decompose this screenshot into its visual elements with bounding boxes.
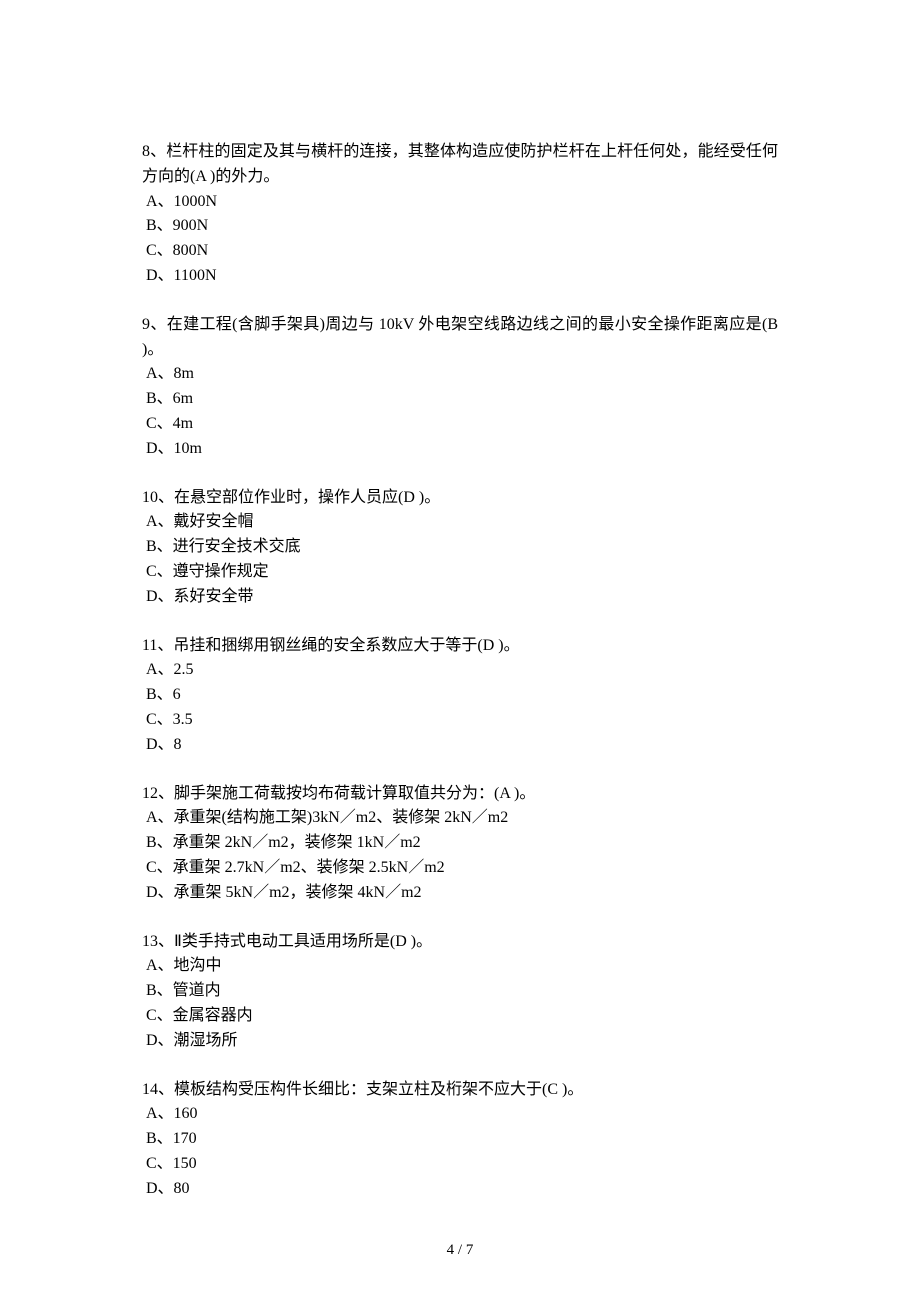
option-b: B、管道内 xyxy=(146,979,778,1004)
question-stem: 14、模板结构受压构件长细比：支架立柱及桁架不应大于(C )。 xyxy=(142,1078,778,1103)
question-12: 12、脚手架施工荷载按均布荷载计算取值共分为：(A )。 A、承重架(结构施工架… xyxy=(142,782,778,906)
option-c: C、遵守操作规定 xyxy=(146,560,778,585)
option-b: B、6m xyxy=(146,387,778,412)
question-options: A、2.5 B、6 C、3.5 D、8 xyxy=(142,658,778,757)
question-11: 11、吊挂和捆绑用钢丝绳的安全系数应大于等于(D )。 A、2.5 B、6 C、… xyxy=(142,634,778,758)
question-stem: 9、在建工程(含脚手架具)周边与 10kV 外电架空线路边线之间的最小安全操作距… xyxy=(142,313,778,363)
option-b: B、进行安全技术交底 xyxy=(146,535,778,560)
question-options: A、160 B、170 C、150 D、80 xyxy=(142,1102,778,1201)
option-a: A、160 xyxy=(146,1102,778,1127)
option-d: D、8 xyxy=(146,733,778,758)
option-c: C、3.5 xyxy=(146,708,778,733)
option-b: B、900N xyxy=(146,214,778,239)
option-b: B、6 xyxy=(146,683,778,708)
question-10: 10、在悬空部位作业时，操作人员应(D )。 A、戴好安全帽 B、进行安全技术交… xyxy=(142,486,778,610)
option-d: D、1100N xyxy=(146,264,778,289)
option-c: C、800N xyxy=(146,239,778,264)
question-options: A、1000N B、900N C、800N D、1100N xyxy=(142,190,778,289)
option-d: D、潮湿场所 xyxy=(146,1029,778,1054)
question-8: 8、栏杆柱的固定及其与横杆的连接，其整体构造应使防护栏杆在上杆任何处，能经受任何… xyxy=(142,140,778,289)
question-stem: 10、在悬空部位作业时，操作人员应(D )。 xyxy=(142,486,778,511)
option-c: C、金属容器内 xyxy=(146,1004,778,1029)
page: 8、栏杆柱的固定及其与横杆的连接，其整体构造应使防护栏杆在上杆任何处，能经受任何… xyxy=(0,0,920,1302)
question-stem: 8、栏杆柱的固定及其与横杆的连接，其整体构造应使防护栏杆在上杆任何处，能经受任何… xyxy=(142,140,778,190)
option-c: C、150 xyxy=(146,1152,778,1177)
option-a: A、1000N xyxy=(146,190,778,215)
option-a: A、8m xyxy=(146,362,778,387)
option-d: D、系好安全带 xyxy=(146,585,778,610)
question-14: 14、模板结构受压构件长细比：支架立柱及桁架不应大于(C )。 A、160 B、… xyxy=(142,1078,778,1202)
option-d: D、承重架 5kN／m2，装修架 4kN／m2 xyxy=(146,881,778,906)
option-c: C、4m xyxy=(146,412,778,437)
question-options: A、8m B、6m C、4m D、10m xyxy=(142,362,778,461)
question-options: A、戴好安全帽 B、进行安全技术交底 C、遵守操作规定 D、系好安全带 xyxy=(142,510,778,609)
page-number: 4 / 7 xyxy=(0,1239,920,1262)
option-a: A、2.5 xyxy=(146,658,778,683)
option-a: A、戴好安全帽 xyxy=(146,510,778,535)
option-b: B、承重架 2kN／m2，装修架 1kN／m2 xyxy=(146,831,778,856)
question-stem: 12、脚手架施工荷载按均布荷载计算取值共分为：(A )。 xyxy=(142,782,778,807)
option-a: A、承重架(结构施工架)3kN／m2、装修架 2kN／m2 xyxy=(146,806,778,831)
question-options: A、承重架(结构施工架)3kN／m2、装修架 2kN／m2 B、承重架 2kN／… xyxy=(142,806,778,905)
option-c: C、承重架 2.7kN／m2、装修架 2.5kN／m2 xyxy=(146,856,778,881)
option-a: A、地沟中 xyxy=(146,954,778,979)
option-d: D、80 xyxy=(146,1177,778,1202)
question-13: 13、Ⅱ类手持式电动工具适用场所是(D )。 A、地沟中 B、管道内 C、金属容… xyxy=(142,930,778,1054)
question-9: 9、在建工程(含脚手架具)周边与 10kV 外电架空线路边线之间的最小安全操作距… xyxy=(142,313,778,462)
question-options: A、地沟中 B、管道内 C、金属容器内 D、潮湿场所 xyxy=(142,954,778,1053)
question-stem: 11、吊挂和捆绑用钢丝绳的安全系数应大于等于(D )。 xyxy=(142,634,778,659)
option-b: B、170 xyxy=(146,1127,778,1152)
option-d: D、10m xyxy=(146,437,778,462)
question-stem: 13、Ⅱ类手持式电动工具适用场所是(D )。 xyxy=(142,930,778,955)
